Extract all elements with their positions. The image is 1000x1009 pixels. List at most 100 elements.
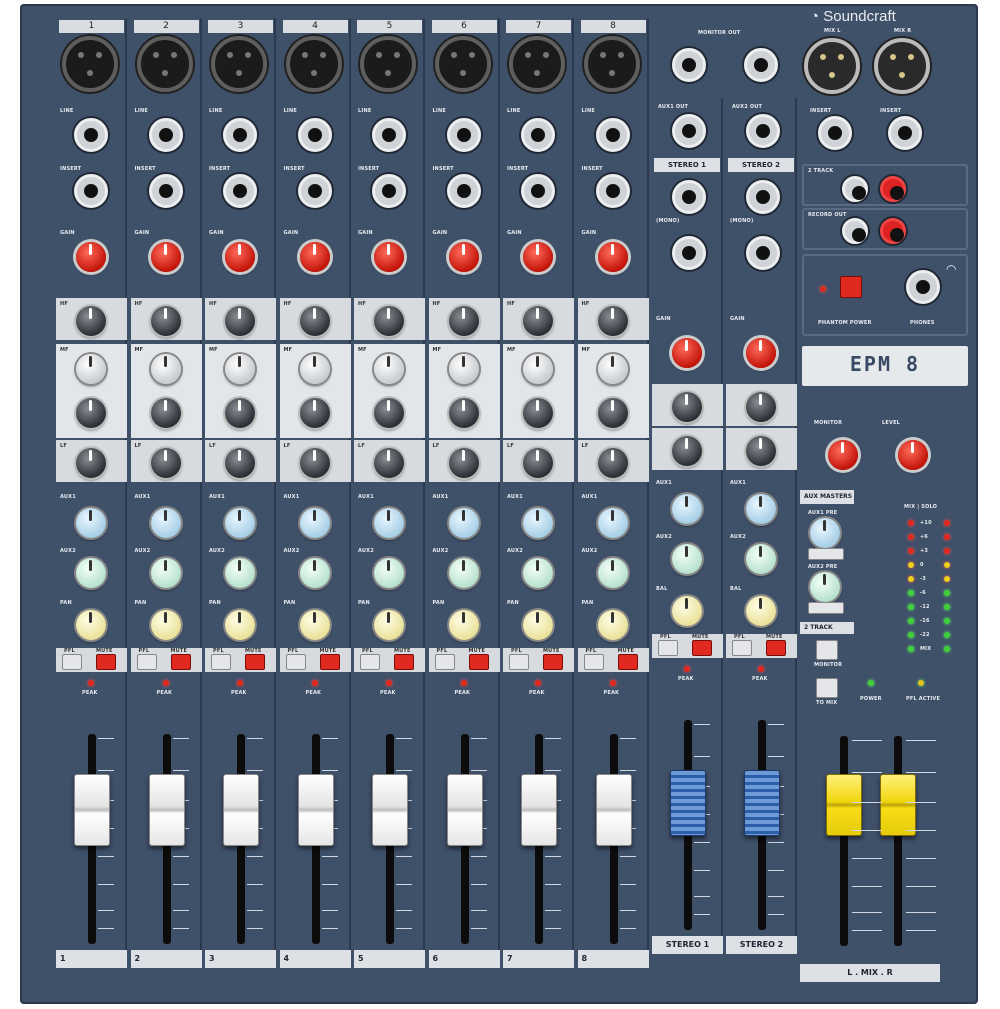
- hf-knob[interactable]: [76, 306, 106, 336]
- record-out-r-rca[interactable]: [880, 218, 906, 244]
- aux2-knob[interactable]: [597, 558, 628, 588]
- pan-knob[interactable]: [150, 610, 181, 640]
- line-input-jack[interactable]: [595, 118, 630, 152]
- aux2-pre-button[interactable]: [808, 602, 844, 614]
- stereo-aux1-knob[interactable]: [746, 494, 776, 524]
- two-track-r-rca[interactable]: [880, 176, 906, 202]
- gain-knob[interactable]: [597, 242, 628, 272]
- mf-gain-knob[interactable]: [597, 398, 628, 428]
- gain-knob[interactable]: [374, 242, 404, 272]
- channel-fader[interactable]: [74, 774, 110, 846]
- monitor-level-knob[interactable]: [828, 440, 858, 470]
- mix-r-xlr-output[interactable]: [874, 38, 930, 94]
- channel-fader[interactable]: [446, 774, 483, 846]
- stereo-gain-knob[interactable]: [746, 338, 776, 368]
- line-input-jack[interactable]: [372, 118, 406, 152]
- lf-knob[interactable]: [299, 448, 330, 478]
- aux1-knob[interactable]: [76, 508, 106, 538]
- mf-freq-knob[interactable]: [374, 354, 404, 384]
- bal-knob[interactable]: [746, 596, 776, 626]
- mf-freq-knob[interactable]: [448, 354, 479, 384]
- mic-xlr-input[interactable]: [509, 36, 565, 92]
- monitor-out-l-jack[interactable]: [672, 48, 706, 82]
- pan-knob[interactable]: [374, 610, 404, 640]
- mix-l-xlr-output[interactable]: [804, 38, 860, 94]
- gain-knob[interactable]: [150, 242, 181, 272]
- two-track-to-mix-button[interactable]: [816, 678, 838, 698]
- pfl-button[interactable]: [62, 654, 82, 670]
- pan-knob[interactable]: [523, 610, 553, 640]
- stereo-pfl-button[interactable]: [658, 640, 678, 656]
- lf-knob[interactable]: [225, 448, 255, 478]
- aux2-knob[interactable]: [374, 558, 404, 588]
- phones-level-knob[interactable]: [898, 440, 928, 470]
- line-input-jack[interactable]: [521, 118, 555, 152]
- aux2-knob[interactable]: [150, 558, 181, 588]
- mute-button[interactable]: [245, 654, 265, 670]
- channel-fader[interactable]: [372, 774, 408, 846]
- record-out-l-rca[interactable]: [842, 218, 868, 244]
- pfl-button[interactable]: [211, 654, 231, 670]
- mix-insert-r-jack[interactable]: [888, 116, 922, 150]
- stereo-lf-knob[interactable]: [746, 436, 776, 466]
- insert-jack[interactable]: [372, 174, 406, 208]
- mix-r-fader[interactable]: [880, 774, 916, 836]
- mix-insert-l-jack[interactable]: [818, 116, 852, 150]
- mute-button[interactable]: [394, 654, 414, 670]
- gain-knob[interactable]: [448, 242, 479, 272]
- pan-knob[interactable]: [299, 610, 330, 640]
- aux-out-jack[interactable]: [746, 114, 780, 148]
- mic-xlr-input[interactable]: [434, 36, 491, 92]
- stereo-hf-knob[interactable]: [672, 392, 702, 422]
- insert-jack[interactable]: [223, 174, 257, 208]
- pfl-button[interactable]: [583, 654, 604, 670]
- aux1-knob[interactable]: [448, 508, 479, 538]
- channel-fader[interactable]: [595, 774, 632, 846]
- mf-gain-knob[interactable]: [299, 398, 330, 428]
- aux2-knob[interactable]: [448, 558, 479, 588]
- insert-jack[interactable]: [148, 174, 183, 208]
- mf-gain-knob[interactable]: [448, 398, 479, 428]
- mf-freq-knob[interactable]: [597, 354, 628, 384]
- channel-fader[interactable]: [223, 774, 259, 846]
- aux1-knob[interactable]: [299, 508, 330, 538]
- stereo-mute-button[interactable]: [692, 640, 712, 656]
- line-input-jack[interactable]: [223, 118, 257, 152]
- mute-button[interactable]: [96, 654, 116, 670]
- pan-knob[interactable]: [76, 610, 106, 640]
- stereo-mute-button[interactable]: [766, 640, 786, 656]
- mute-button[interactable]: [543, 654, 563, 670]
- gain-knob[interactable]: [76, 242, 106, 272]
- pan-knob[interactable]: [448, 610, 479, 640]
- lf-knob[interactable]: [374, 448, 404, 478]
- lf-knob[interactable]: [150, 448, 181, 478]
- aux2-knob[interactable]: [523, 558, 553, 588]
- aux1-knob[interactable]: [597, 508, 628, 538]
- channel-fader[interactable]: [521, 774, 557, 846]
- stereo-pfl-button[interactable]: [732, 640, 752, 656]
- monitor-out-r-jack[interactable]: [744, 48, 778, 82]
- gain-knob[interactable]: [299, 242, 330, 272]
- aux1-knob[interactable]: [150, 508, 181, 538]
- pan-knob[interactable]: [597, 610, 628, 640]
- mix-l-fader[interactable]: [826, 774, 862, 836]
- stereo-aux2-knob[interactable]: [746, 544, 776, 574]
- mf-freq-knob[interactable]: [523, 354, 553, 384]
- line-input-jack[interactable]: [148, 118, 183, 152]
- stereo-l-jack[interactable]: [746, 180, 780, 214]
- mic-xlr-input[interactable]: [360, 36, 416, 92]
- mic-xlr-input[interactable]: [136, 36, 193, 92]
- hf-knob[interactable]: [523, 306, 553, 336]
- mute-button[interactable]: [319, 654, 340, 670]
- stereo-hf-knob[interactable]: [746, 392, 776, 422]
- pfl-button[interactable]: [509, 654, 529, 670]
- lf-knob[interactable]: [523, 448, 553, 478]
- lf-knob[interactable]: [76, 448, 106, 478]
- gain-knob[interactable]: [225, 242, 255, 272]
- aux2-knob[interactable]: [299, 558, 330, 588]
- hf-knob[interactable]: [374, 306, 404, 336]
- pfl-button[interactable]: [360, 654, 380, 670]
- mf-gain-knob[interactable]: [76, 398, 106, 428]
- aux2-knob[interactable]: [225, 558, 255, 588]
- hf-knob[interactable]: [597, 306, 628, 336]
